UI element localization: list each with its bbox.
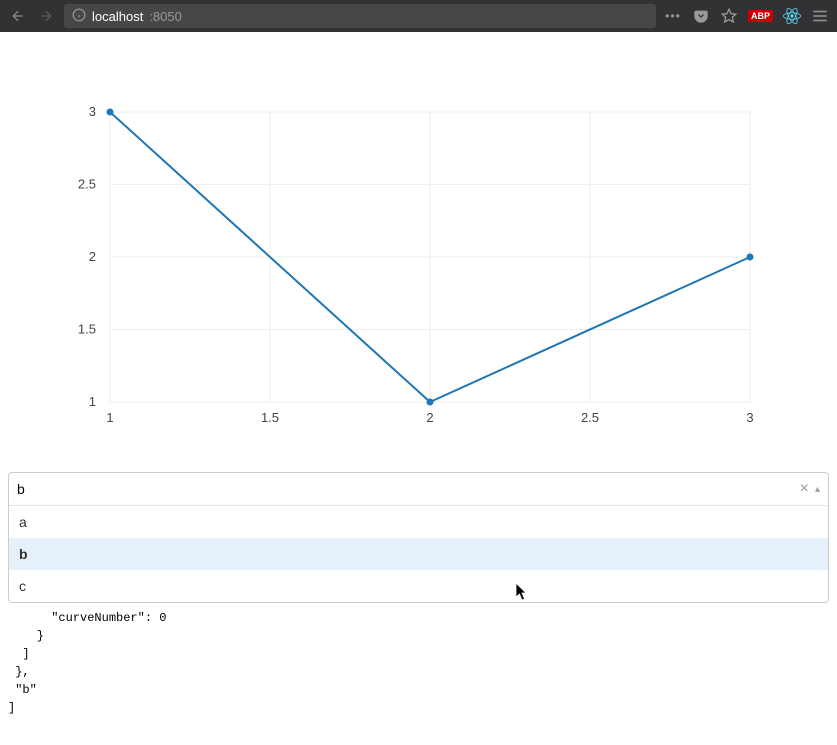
- dropdown-option[interactable]: c: [9, 570, 828, 602]
- url-port: :8050: [149, 9, 182, 24]
- chart-container: 1 1.5 2 2.5 3 1 1.5 2 2.5 3: [0, 32, 837, 472]
- code-line: ]: [8, 701, 15, 715]
- hamburger-menu-icon[interactable]: [811, 7, 829, 25]
- code-line: }: [8, 629, 44, 643]
- react-devtools-icon[interactable]: [783, 7, 801, 25]
- code-output: "curveNumber": 0 } ] }, "b" ]: [0, 605, 837, 721]
- line-chart[interactable]: 1 1.5 2 2.5 3 1 1.5 2 2.5 3: [60, 82, 780, 442]
- nav-forward-button[interactable]: [36, 6, 56, 26]
- svg-text:2: 2: [89, 249, 96, 264]
- bookmark-star-icon[interactable]: [720, 7, 738, 25]
- svg-text:1.5: 1.5: [261, 410, 279, 425]
- more-icon[interactable]: •••: [664, 7, 682, 25]
- svg-text:1: 1: [106, 410, 113, 425]
- svg-text:3: 3: [89, 104, 96, 119]
- svg-text:2: 2: [426, 410, 433, 425]
- browser-toolbar: localhost :8050 ••• ABP: [0, 0, 837, 32]
- dropdown-options-list: abc: [9, 506, 828, 602]
- info-icon: [72, 8, 86, 25]
- toolbar-right: ••• ABP: [664, 7, 829, 25]
- abp-badge[interactable]: ABP: [748, 10, 773, 22]
- url-host: localhost: [92, 9, 143, 24]
- dropdown-input[interactable]: [17, 479, 800, 499]
- code-line: ]: [8, 647, 30, 661]
- svg-text:2.5: 2.5: [78, 177, 96, 192]
- svg-text:1.5: 1.5: [78, 322, 96, 337]
- dropdown-input-row: × ▴: [9, 473, 828, 506]
- svg-text:1: 1: [89, 394, 96, 409]
- code-line: "b": [8, 683, 37, 697]
- page-content: 1 1.5 2 2.5 3 1 1.5 2 2.5 3 × ▴ abc "curveNumber"…: [0, 32, 837, 721]
- url-bar[interactable]: localhost :8050: [64, 4, 656, 28]
- dropdown-arrow-icon[interactable]: ▴: [815, 484, 820, 495]
- dropdown[interactable]: × ▴ abc: [8, 472, 829, 603]
- code-line: },: [8, 665, 30, 679]
- nav-back-button[interactable]: [8, 6, 28, 26]
- dropdown-option[interactable]: b: [9, 538, 828, 570]
- pocket-icon[interactable]: [692, 7, 710, 25]
- code-line: "curveNumber": 0: [8, 611, 166, 625]
- dropdown-controls: × ▴: [800, 480, 820, 498]
- dropdown-clear-icon[interactable]: ×: [800, 480, 809, 498]
- svg-text:2.5: 2.5: [581, 410, 599, 425]
- svg-text:3: 3: [746, 410, 753, 425]
- dropdown-option[interactable]: a: [9, 506, 828, 538]
